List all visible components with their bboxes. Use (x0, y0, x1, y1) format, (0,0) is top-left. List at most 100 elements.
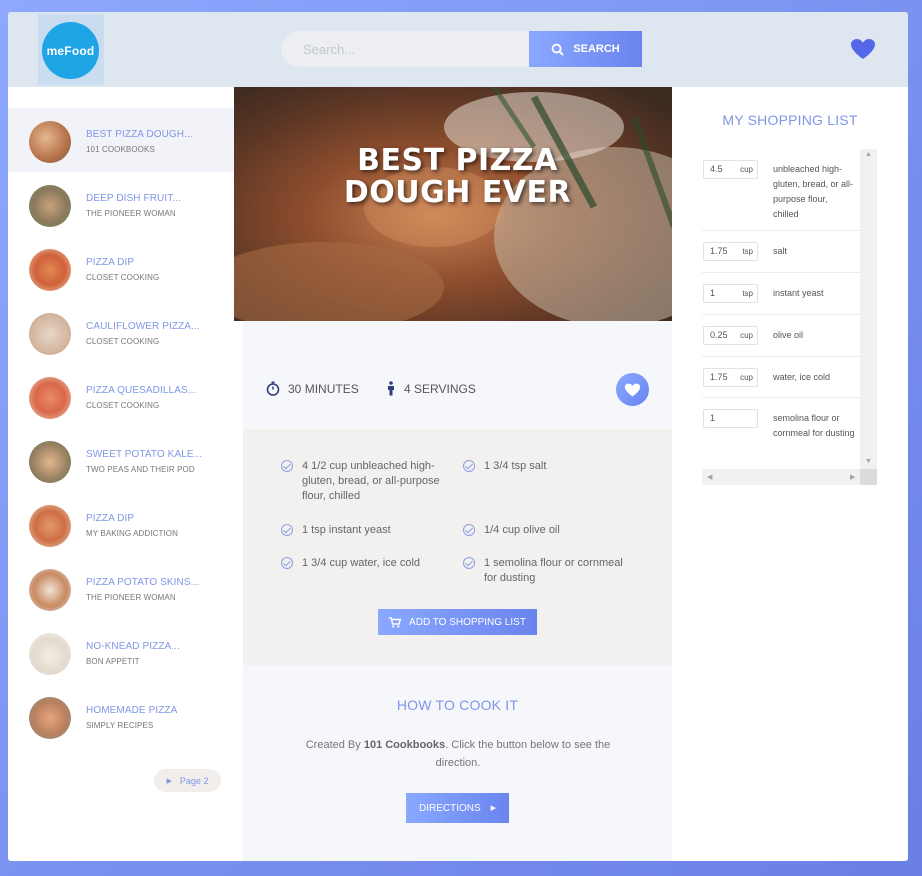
shopping-list-panel: 4.5 cup unbleached high-gluten, bread, o… (702, 149, 877, 485)
result-title: PIZZA QUESADILLAS... (86, 385, 197, 396)
quantity-stepper[interactable]: 4.5 cup (703, 160, 758, 179)
scroll-down-icon[interactable]: ▼ (865, 458, 872, 465)
search-icon (551, 43, 564, 56)
quantity-stepper[interactable]: 1.75 tsp (703, 242, 758, 261)
result-item[interactable]: DEEP DISH FRUIT... THE PIONEER WOMAN (8, 172, 234, 236)
check-icon (281, 460, 293, 472)
check-icon (463, 524, 475, 536)
quantity-unit: cup (740, 373, 753, 382)
result-item[interactable]: BEST PIZZA DOUGH... 101 COOKBOOKS (8, 108, 234, 172)
shopping-item-name: unbleached high-gluten, bread, or all-pu… (773, 164, 854, 219)
result-title: DEEP DISH FRUIT... (86, 193, 181, 204)
shopping-item: 0.25 cup olive oil (702, 315, 860, 357)
quantity-stepper[interactable]: 1 (703, 409, 758, 428)
shopping-item-name: olive oil (773, 330, 804, 340)
recipe-title: BEST PIZZA DOUGH EVER (234, 145, 681, 209)
howto-heading: HOW TO COOK IT (396, 697, 519, 713)
shopping-item: 1.75 cup water, ice cold (702, 357, 860, 398)
quantity-value: 1.75 (710, 246, 728, 256)
result-publisher: CLOSET COOKING (86, 337, 160, 346)
check-icon (281, 557, 293, 569)
heart-icon[interactable] (850, 38, 876, 60)
scroll-up-icon[interactable]: ▲ (865, 151, 872, 158)
quantity-value: 4.5 (710, 164, 723, 174)
result-item[interactable]: SWEET POTATO KALE... TWO PEAS AND THEIR … (8, 428, 234, 492)
next-page-button[interactable]: ▶ Page 2 (154, 769, 221, 792)
vertical-scrollbar[interactable]: ▲ ▼ (860, 149, 877, 469)
shopping-item: 4.5 cup unbleached high-gluten, bread, o… (702, 149, 860, 231)
result-publisher: THE PIONEER WOMAN (86, 593, 176, 602)
result-item[interactable]: NO-KNEAD PIZZA... BON APPETIT (8, 620, 234, 684)
recipe-hero: BEST PIZZA DOUGH EVER (234, 87, 681, 321)
shopping-item-name: salt (773, 246, 788, 256)
result-title: SWEET POTATO KALE... (86, 449, 203, 460)
howto-prefix: Created By (305, 739, 361, 751)
quantity-stepper[interactable]: 1 tsp (703, 284, 758, 303)
search-button-label: SEARCH (573, 43, 620, 55)
result-title: HOMEMADE PIZZA (86, 705, 178, 716)
result-thumbnail (29, 697, 71, 739)
results-sidebar: BEST PIZZA DOUGH... 101 COOKBOOKS DEEP D… (8, 87, 243, 861)
result-item[interactable]: CAULIFLOWER PIZZA... CLOSET COOKING (8, 300, 234, 364)
recipe-meta: 30 MINUTES 4 SERVINGS (243, 321, 672, 429)
quantity-unit: tsp (742, 247, 753, 256)
recipe-panel: BEST PIZZA DOUGH EVER 30 MINUTES 4 SERVI… (234, 87, 681, 861)
servings-value: 4 (404, 381, 411, 396)
result-publisher: THE PIONEER WOMAN (86, 209, 176, 218)
result-thumbnail (29, 505, 71, 547)
favorite-button[interactable] (616, 373, 649, 406)
shopping-item-name: water, ice cold (773, 372, 831, 382)
result-title: BEST PIZZA DOUGH... (86, 129, 193, 140)
stopwatch-icon (266, 381, 280, 396)
add-to-shopping-list-button[interactable]: ADD TO SHOPPING LIST (378, 609, 537, 635)
ingredient-text: 1 tsp instant yeast (302, 524, 391, 536)
app-window: meFood SEARCH BEST PIZZA DOUGH... 101 CO… (8, 12, 908, 861)
directions-button[interactable]: DIRECTIONS ▶ (406, 793, 509, 823)
result-thumbnail (29, 633, 71, 675)
ingredient-text: 1 semolina flour or cornmeal for dusting (484, 557, 623, 584)
scroll-right-icon[interactable]: ▶ (850, 473, 855, 481)
result-thumbnail (29, 569, 71, 611)
result-thumbnail (29, 377, 71, 419)
how-to-cook-section: HOW TO COOK IT Created By 101 Cookbooks.… (243, 665, 672, 861)
scroll-left-icon[interactable]: ◀ (707, 473, 712, 481)
directions-label: DIRECTIONS (418, 802, 481, 814)
recipe-title-line: BEST PIZZA (357, 143, 558, 178)
result-item[interactable]: PIZZA DIP CLOSET COOKING (8, 236, 234, 300)
ingredient-text: 1 3/4 tsp salt (484, 460, 547, 472)
result-item[interactable]: PIZZA QUESADILLAS... CLOSET COOKING (8, 364, 234, 428)
quantity-stepper[interactable]: 0.25 cup (703, 326, 758, 345)
logo: meFood (42, 22, 99, 79)
header: meFood SEARCH (8, 12, 908, 87)
search-button[interactable]: SEARCH (529, 31, 642, 67)
search-input[interactable] (281, 31, 551, 67)
quantity-value: 1.75 (710, 372, 728, 382)
arrow-right-icon: ▶ (166, 777, 172, 785)
logo-container: meFood (38, 14, 104, 85)
check-icon (463, 557, 475, 569)
quantity-unit: cup (740, 331, 753, 340)
scrollbar-corner (860, 469, 877, 485)
result-publisher: MY BAKING ADDICTION (86, 529, 178, 538)
result-thumbnail (29, 185, 71, 227)
result-thumbnail (29, 441, 71, 483)
recipe-title-line: DOUGH EVER (343, 175, 572, 210)
ingredient-text: 4 1/2 cup unbleached high-gluten, bread,… (302, 460, 440, 502)
horizontal-scrollbar[interactable]: ◀ ▶ (702, 469, 860, 485)
result-title: CAULIFLOWER PIZZA... (86, 321, 200, 332)
result-item[interactable]: PIZZA DIP MY BAKING ADDICTION (8, 492, 234, 556)
shopping-list-heading: MY SHOPPING LIST (722, 112, 858, 128)
shopping-item: 1.75 tsp salt (702, 231, 860, 273)
result-thumbnail (29, 249, 71, 291)
result-title: PIZZA POTATO SKINS... (86, 577, 200, 588)
howto-text: Created By 101 Cookbooks. Click the butt… (298, 736, 618, 772)
result-publisher: CLOSET COOKING (86, 273, 160, 282)
next-page-label: Page 2 (179, 775, 209, 786)
shopping-item-name: semolina flour or cornmeal for dusting (773, 413, 855, 438)
quantity-stepper[interactable]: 1.75 cup (703, 368, 758, 387)
time-value: 30 (288, 381, 302, 396)
ingredient-text: 1 3/4 cup water, ice cold (302, 557, 421, 569)
result-item[interactable]: PIZZA POTATO SKINS... THE PIONEER WOMAN (8, 556, 234, 620)
result-item[interactable]: HOMEMADE PIZZA SIMPLY RECIPES (8, 684, 234, 748)
quantity-value: 0.25 (710, 330, 728, 340)
